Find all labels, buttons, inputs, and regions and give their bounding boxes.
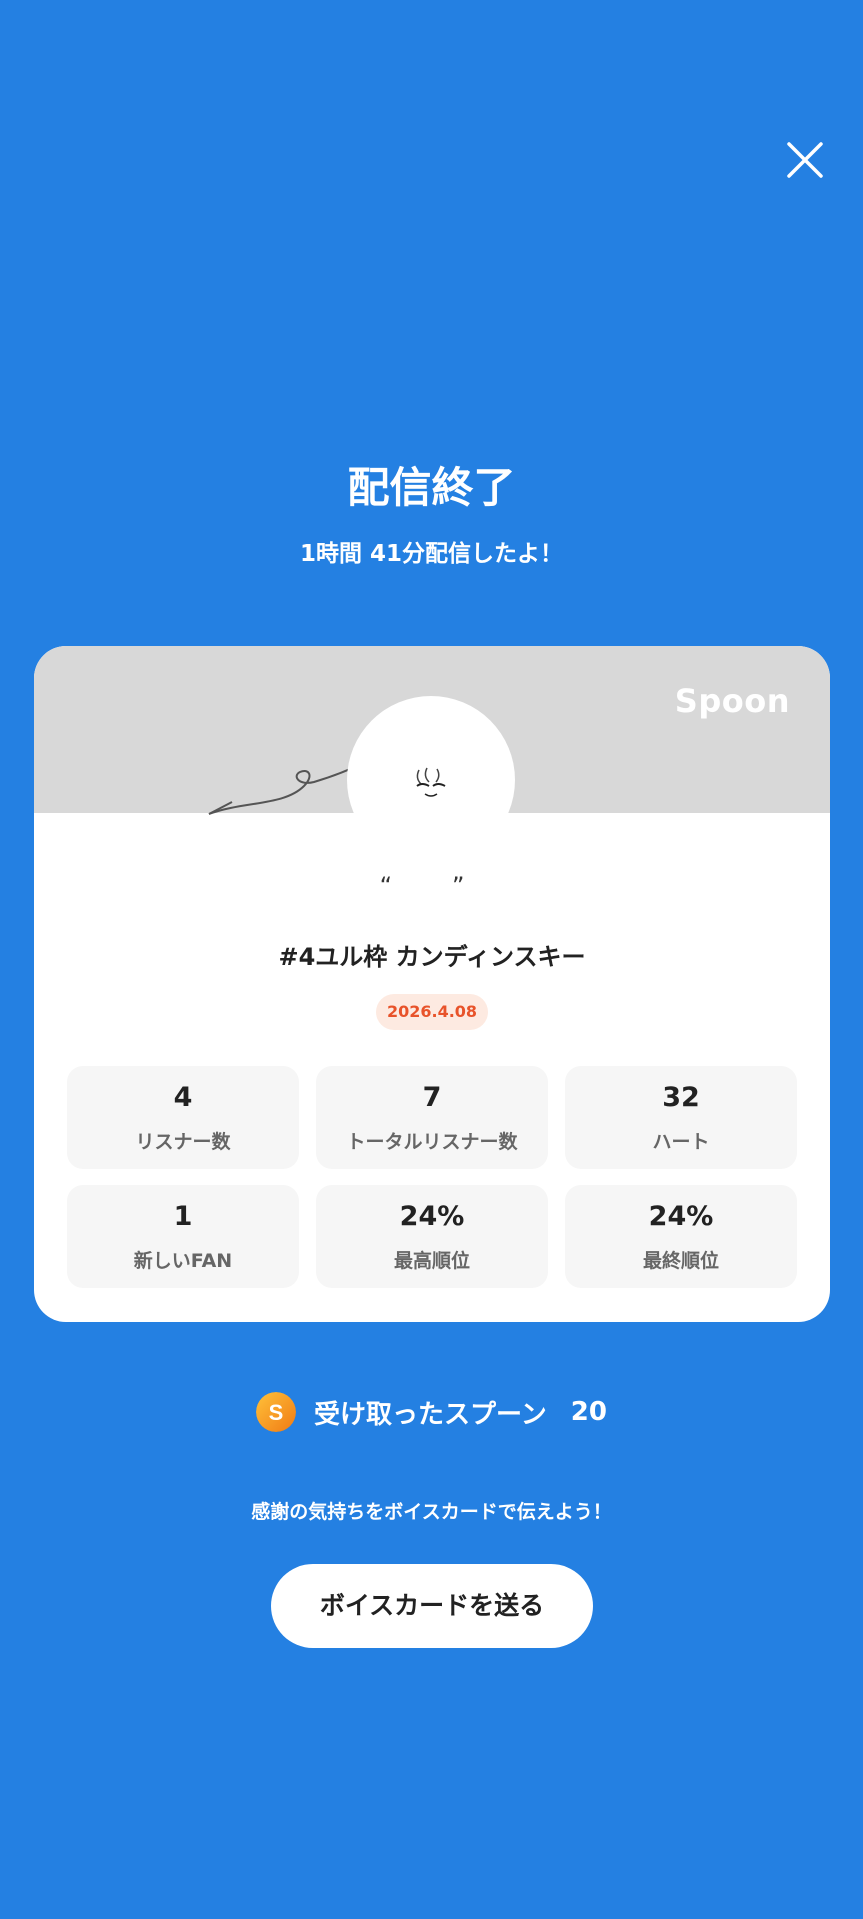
stat-value: 1	[173, 1201, 193, 1232]
stat-total-listeners: 7 トータルリスナー数	[316, 1066, 548, 1169]
close-button[interactable]	[785, 140, 825, 180]
received-spoons-count: 20	[570, 1397, 607, 1427]
stat-highest-rank: 24% 最高順位	[316, 1185, 548, 1288]
stat-value: 24%	[399, 1201, 465, 1232]
stat-label: トータルリスナー数	[346, 1131, 518, 1153]
avatar-face-icon	[416, 767, 446, 797]
stat-label: 新しいFAN	[133, 1250, 233, 1272]
stat-value: 4	[173, 1082, 193, 1113]
spoon-coin-icon: S	[256, 1392, 297, 1432]
date-badge: 2026.4.08	[376, 994, 488, 1030]
avatar[interactable]	[347, 696, 515, 864]
close-icon	[787, 142, 823, 178]
received-spoons-label: 受け取ったスプーン	[314, 1399, 547, 1430]
quote-marks: “”	[379, 872, 525, 900]
brand-logo: Spoon	[674, 682, 790, 720]
stat-label: リスナー数	[135, 1131, 231, 1153]
stat-value: 7	[422, 1082, 442, 1113]
broadcast-duration: 1時間 41分配信したよ！	[299, 541, 564, 567]
stat-value: 24%	[648, 1201, 714, 1232]
stream-title: #4ユル枠 カンディンスキー	[278, 943, 586, 971]
thanks-message: 感謝の気持ちをボイスカードで伝えよう！	[251, 1501, 612, 1523]
stat-value: 32	[662, 1082, 700, 1113]
stat-hearts: 32 ハート	[565, 1066, 797, 1169]
stat-new-fans: 1 新しいFAN	[67, 1185, 299, 1288]
broadcast-summary-card: Spoon “” #4ユル枠 カンディンスキー 2026.4.08 4 リスナー…	[34, 646, 830, 1322]
coin-letter: S	[269, 1400, 284, 1425]
stat-listeners: 4 リスナー数	[67, 1066, 299, 1169]
stat-final-rank: 24% 最終順位	[565, 1185, 797, 1288]
stat-label: 最終順位	[642, 1250, 719, 1272]
send-voice-card-button[interactable]: ボイスカードを送る	[271, 1564, 593, 1648]
stat-label: 最高順位	[393, 1250, 470, 1272]
stat-label: ハート	[652, 1131, 710, 1153]
received-spoons: S 受け取ったスプーン 20	[0, 1390, 863, 1434]
page-title: 配信終了	[347, 463, 516, 512]
